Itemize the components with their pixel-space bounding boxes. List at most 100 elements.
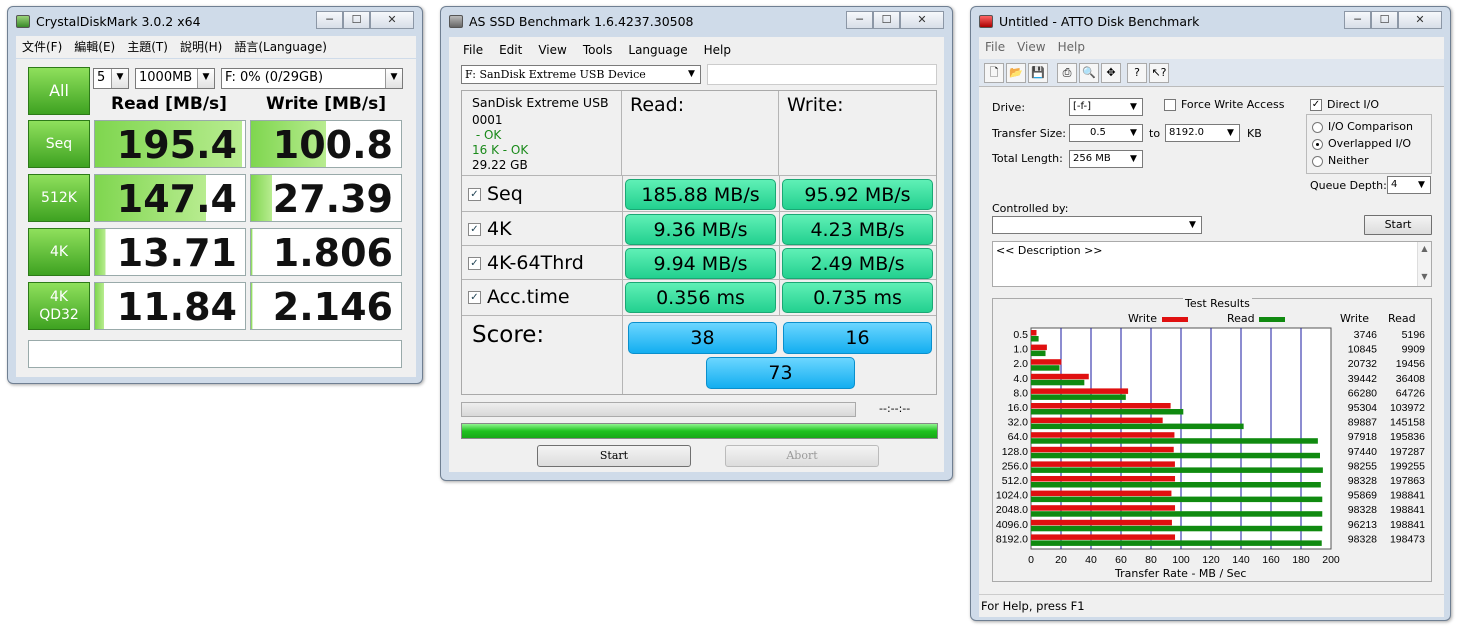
transfer-to-select[interactable]: 8192.0 ▼ bbox=[1165, 124, 1240, 142]
start-button[interactable]: Start bbox=[1364, 215, 1432, 235]
y-tick-label: 1024.0 bbox=[996, 490, 1028, 502]
close-button[interactable]: ✕ bbox=[900, 11, 944, 29]
asssd-titlebar[interactable]: AS SSD Benchmark 1.6.4237.30508 ─ ☐ ✕ bbox=[441, 7, 952, 35]
chevron-down-icon: ▼ bbox=[197, 69, 214, 88]
atto-main-panel: File View Help 🗋 📂 💾 ⎙ 🔍 ✥ ? ↖? Drive: [… bbox=[979, 37, 1444, 617]
score-write: 16 bbox=[783, 322, 932, 354]
minimize-button[interactable]: ─ bbox=[1344, 11, 1371, 29]
checkbox-icon[interactable]: ✓ bbox=[468, 257, 481, 270]
maximize-button[interactable]: ☐ bbox=[343, 11, 370, 29]
4k-label: 4K bbox=[487, 218, 512, 240]
drive-select[interactable]: [-f-] ▼ bbox=[1069, 98, 1143, 116]
x-tick-label: 0 bbox=[1028, 554, 1034, 566]
drive-value: F: 0% (0/29GB) bbox=[225, 70, 324, 85]
acc-read-value: 0.356 ms bbox=[625, 282, 776, 313]
maximize-button[interactable]: ☐ bbox=[873, 11, 900, 29]
total-length-select[interactable]: 256 MB ▼ bbox=[1069, 150, 1143, 168]
asssd-main-panel: File Edit View Tools Language Help F: Sa… bbox=[449, 37, 944, 472]
close-button[interactable]: ✕ bbox=[1398, 11, 1442, 29]
checkbox-icon[interactable]: ✓ bbox=[1310, 99, 1322, 111]
seq-button[interactable]: Seq bbox=[28, 120, 90, 168]
menu-theme[interactable]: 主題(T) bbox=[121, 36, 174, 58]
device-name: SanDisk Extreme USB bbox=[472, 95, 609, 110]
radio-icon[interactable] bbox=[1312, 121, 1323, 133]
all-button[interactable]: All bbox=[28, 67, 90, 115]
radio-selected-icon[interactable] bbox=[1312, 138, 1323, 150]
force-write-option[interactable]: Force Write Access bbox=[1164, 98, 1284, 111]
move-icon[interactable]: ✥ bbox=[1101, 63, 1121, 83]
checkbox-icon[interactable]: ✓ bbox=[468, 188, 481, 201]
drive-select[interactable]: F: SanDisk Extreme USB Device ▼ bbox=[461, 65, 701, 84]
maximize-button[interactable]: ☐ bbox=[1371, 11, 1398, 29]
comment-field[interactable] bbox=[28, 340, 402, 368]
open-icon[interactable]: 📂 bbox=[1006, 63, 1026, 83]
write-value-label: 98328 bbox=[1348, 533, 1377, 545]
menu-view[interactable]: View bbox=[530, 39, 574, 61]
write-value-label: 20732 bbox=[1348, 358, 1377, 370]
transfer-from-select[interactable]: 0.5 ▼ bbox=[1069, 124, 1143, 142]
menu-view[interactable]: View bbox=[1011, 37, 1051, 57]
device-size: 29.22 GB bbox=[472, 158, 528, 172]
menu-help[interactable]: Help bbox=[1052, 37, 1091, 57]
checkbox-icon[interactable] bbox=[1164, 99, 1176, 111]
menu-edit[interactable]: Edit bbox=[491, 39, 530, 61]
seq-test[interactable]: ✓ Seq bbox=[468, 183, 523, 205]
4k-qd32-button[interactable]: 4K QD32 bbox=[28, 282, 90, 330]
print-preview-icon[interactable]: 🔍 bbox=[1079, 63, 1099, 83]
read-value-label: 9909 bbox=[1402, 344, 1426, 356]
write-bar bbox=[1031, 330, 1037, 336]
4k-test[interactable]: ✓ 4K bbox=[468, 218, 512, 240]
menu-file[interactable]: File bbox=[449, 39, 491, 61]
acc-test[interactable]: ✓ Acc.time bbox=[468, 286, 570, 308]
queue-depth-select[interactable]: 4 ▼ bbox=[1387, 176, 1431, 194]
4k64-label: 4K-64Thrd bbox=[487, 252, 584, 274]
menu-language[interactable]: Language bbox=[620, 39, 695, 61]
checkbox-icon[interactable]: ✓ bbox=[468, 223, 481, 236]
menu-file[interactable]: 文件(F) bbox=[16, 36, 68, 58]
help-icon[interactable]: ? bbox=[1127, 63, 1147, 83]
read-header: Read [MB/s] bbox=[111, 94, 227, 114]
size-select[interactable]: 1000MB ▼ bbox=[135, 68, 215, 89]
abort-button[interactable]: Abort bbox=[725, 445, 879, 467]
new-icon[interactable]: 🗋 bbox=[984, 63, 1004, 83]
save-icon[interactable]: 💾 bbox=[1028, 63, 1048, 83]
atto-titlebar[interactable]: Untitled - ATTO Disk Benchmark ─ ☐ ✕ bbox=[971, 7, 1450, 35]
4k64-test[interactable]: ✓ 4K-64Thrd bbox=[468, 252, 584, 274]
512k-button[interactable]: 512K bbox=[28, 174, 90, 222]
minimize-button[interactable]: ─ bbox=[316, 11, 343, 29]
neither-option[interactable]: Neither bbox=[1312, 154, 1369, 167]
print-icon[interactable]: ⎙ bbox=[1057, 63, 1077, 83]
minimize-button[interactable]: ─ bbox=[846, 11, 873, 29]
overlapped-io-option[interactable]: Overlapped I/O bbox=[1312, 137, 1411, 150]
drive-select[interactable]: F: 0% (0/29GB) ▼ bbox=[221, 68, 403, 89]
checkbox-icon[interactable]: ✓ bbox=[468, 291, 481, 304]
io-comparison-option[interactable]: I/O Comparison bbox=[1312, 120, 1413, 133]
description-box[interactable]: << Description >> ▲ ▼ bbox=[992, 241, 1432, 287]
direct-io-option[interactable]: ✓ Direct I/O bbox=[1310, 98, 1379, 111]
alignment-4k-status: 16 K - OK bbox=[472, 143, 529, 157]
start-button[interactable]: Start bbox=[537, 445, 691, 467]
controlled-by-select[interactable]: ▼ bbox=[992, 216, 1202, 234]
y-tick-label: 8192.0 bbox=[996, 533, 1028, 545]
queue-depth-value: 4 bbox=[1391, 179, 1398, 190]
y-tick-label: 8.0 bbox=[1013, 387, 1028, 399]
chevron-down-icon: ▼ bbox=[1130, 128, 1137, 138]
context-help-icon[interactable]: ↖? bbox=[1149, 63, 1169, 83]
write-value-label: 10845 bbox=[1348, 344, 1377, 356]
menu-language[interactable]: 語言(Language) bbox=[228, 36, 333, 58]
read-bar bbox=[1031, 496, 1323, 503]
drive-info-field[interactable] bbox=[707, 64, 937, 85]
scrollbar[interactable]: ▲ ▼ bbox=[1417, 242, 1431, 286]
cdm-titlebar[interactable]: CrystalDiskMark 3.0.2 x64 ─ ☐ ✕ bbox=[8, 7, 422, 35]
transfer-size-label: Transfer Size: bbox=[992, 127, 1067, 140]
score-total: 73 bbox=[706, 357, 855, 389]
4k-button[interactable]: 4K bbox=[28, 228, 90, 276]
menu-tools[interactable]: Tools bbox=[575, 39, 621, 61]
menu-file[interactable]: File bbox=[979, 37, 1011, 57]
menu-help[interactable]: 說明(H) bbox=[174, 36, 228, 58]
radio-icon[interactable] bbox=[1312, 155, 1323, 167]
menu-edit[interactable]: 編輯(E) bbox=[68, 36, 121, 58]
close-button[interactable]: ✕ bbox=[370, 11, 414, 29]
passes-select[interactable]: 5 ▼ bbox=[93, 68, 129, 89]
menu-help[interactable]: Help bbox=[696, 39, 739, 61]
